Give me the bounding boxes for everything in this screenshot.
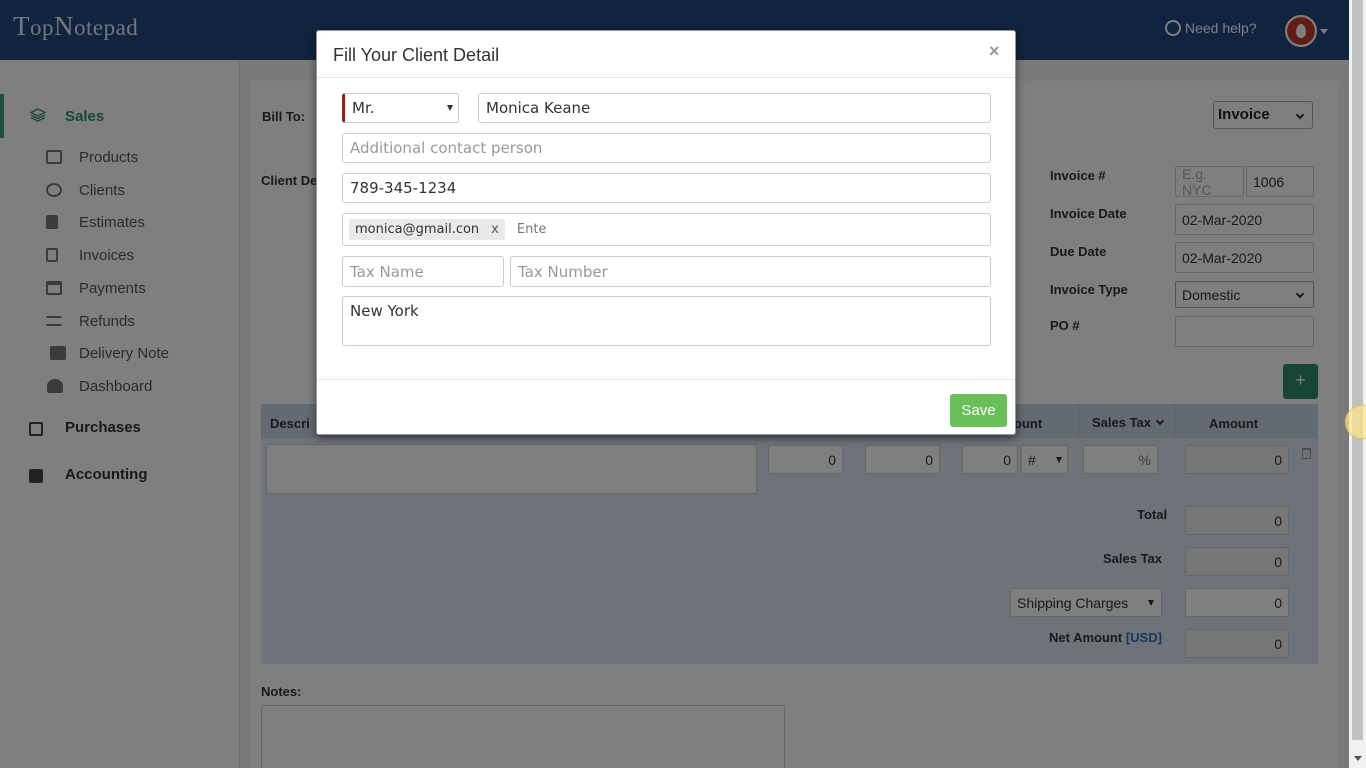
scroll-down-arrow-icon[interactable] (1354, 756, 1362, 761)
tax-number-input[interactable]: Tax Number (510, 256, 991, 287)
close-icon[interactable]: × (989, 41, 1000, 62)
caret-down-icon (447, 105, 453, 111)
remove-tag-icon[interactable]: x (491, 222, 499, 237)
contact-person-input[interactable]: Additional contact person (342, 133, 991, 163)
modal-title: Fill Your Client Detail (333, 45, 500, 65)
email-tag: monica@gmail.con x (349, 219, 505, 240)
scrollbar-thumb[interactable] (1352, 0, 1363, 740)
modal-header: Fill Your Client Detail × (317, 31, 1015, 78)
client-name-input[interactable]: Monica Keane (478, 93, 991, 123)
tax-name-input[interactable]: Tax Name (342, 256, 504, 287)
client-detail-modal: Fill Your Client Detail × Mr. Monica Kea… (316, 30, 1016, 435)
salutation-select[interactable]: Mr. (342, 93, 459, 123)
email-entry-input[interactable]: Ente (517, 222, 547, 237)
address-textarea[interactable]: New York (342, 296, 991, 346)
save-button[interactable]: Save (950, 394, 1007, 427)
phone-input[interactable]: 789-345-1234 (342, 173, 991, 203)
modal-footer: Save (317, 379, 1015, 435)
email-tags-input[interactable]: monica@gmail.con x Ente (342, 213, 991, 246)
